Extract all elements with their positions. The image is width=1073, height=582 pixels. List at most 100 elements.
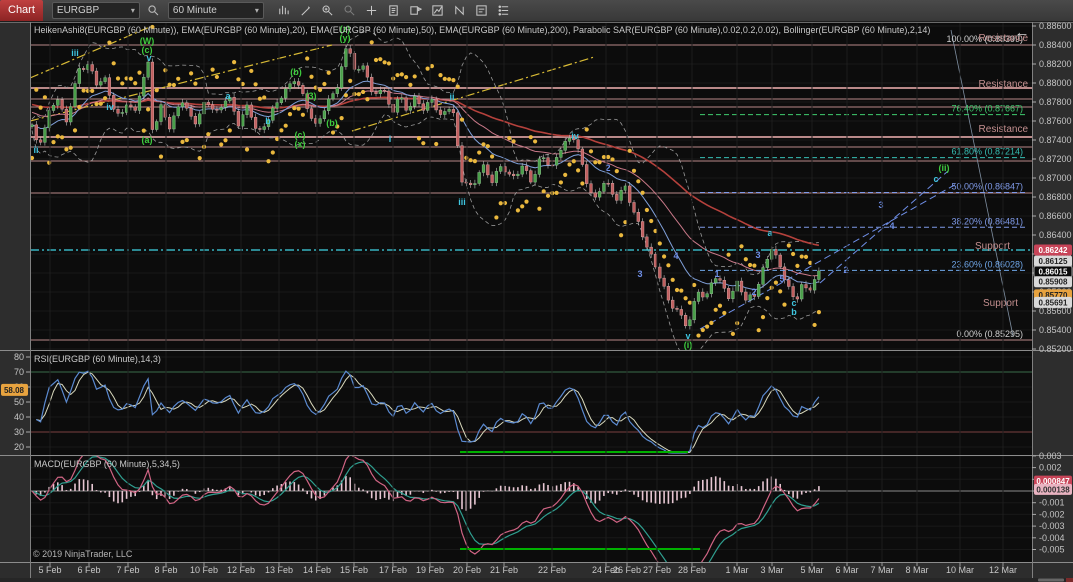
svg-text:20 Feb: 20 Feb xyxy=(453,565,481,575)
svg-text:5 Mar: 5 Mar xyxy=(800,565,823,575)
svg-text:i: i xyxy=(389,134,392,144)
toolbar: Chart EURGBP ▾ 60 Minute ▾ xyxy=(0,0,1073,22)
svg-text:70: 70 xyxy=(14,367,24,377)
svg-text:7 Mar: 7 Mar xyxy=(870,565,893,575)
svg-text:12 Feb: 12 Feb xyxy=(227,565,255,575)
symbol-select[interactable]: EURGBP ▾ xyxy=(52,2,140,19)
chart-style-icon[interactable] xyxy=(275,2,293,20)
price-badge: 0.86242 xyxy=(1034,245,1072,256)
svg-text:0.87200: 0.87200 xyxy=(1039,154,1072,164)
svg-text:c: c xyxy=(933,174,938,184)
svg-text:0.000138: 0.000138 xyxy=(1036,485,1070,494)
svg-text:-0.005: -0.005 xyxy=(1039,545,1065,555)
svg-text:40: 40 xyxy=(14,412,24,422)
svg-text:iv: iv xyxy=(571,131,579,141)
svg-text:iii: iii xyxy=(71,48,79,58)
svg-text:76.40% (0.87667): 76.40% (0.87667) xyxy=(951,104,1023,114)
new-panel-icon[interactable] xyxy=(385,2,403,20)
svg-text:3: 3 xyxy=(878,200,883,210)
svg-text:(ii): (ii) xyxy=(939,163,950,173)
svg-text:50: 50 xyxy=(14,397,24,407)
interval-select[interactable]: 60 Minute ▾ xyxy=(168,2,264,19)
horizontal-scrollbar-thumb[interactable] xyxy=(1038,579,1064,582)
svg-text:3: 3 xyxy=(755,250,760,260)
svg-text:0.86800: 0.86800 xyxy=(1039,192,1072,202)
chevron-down-icon: ▾ xyxy=(131,6,135,15)
svg-text:0.85908: 0.85908 xyxy=(1039,278,1068,287)
svg-text:20: 20 xyxy=(14,442,24,452)
svg-text:80: 80 xyxy=(14,352,24,362)
svg-text:27 Feb: 27 Feb xyxy=(643,565,671,575)
svg-text:6 Mar: 6 Mar xyxy=(835,565,858,575)
svg-text:(b): (b) xyxy=(290,67,302,77)
svg-text:0.86242: 0.86242 xyxy=(1039,246,1068,255)
ninjatrader-chart-window: { "toolbar": { "tab_label": "Chart", "sy… xyxy=(0,0,1073,582)
zoom-out-icon[interactable] xyxy=(341,2,359,20)
svg-text:0.002: 0.002 xyxy=(1039,463,1062,473)
svg-text:1: 1 xyxy=(714,269,719,279)
svg-text:38.20% (0.86481): 38.20% (0.86481) xyxy=(951,216,1023,226)
svg-text:(x): (x) xyxy=(295,139,306,149)
svg-text:58.08: 58.08 xyxy=(4,386,25,395)
svg-text:-0.001: -0.001 xyxy=(1039,498,1065,508)
price-badge: 0.85691 xyxy=(1034,297,1072,308)
svg-text:3: 3 xyxy=(637,269,642,279)
data-box-icon[interactable] xyxy=(407,2,425,20)
svg-text:28 Feb: 28 Feb xyxy=(678,565,706,575)
price-badge: 0.85908 xyxy=(1034,276,1072,287)
svg-text:7 Feb: 7 Feb xyxy=(116,565,139,575)
svg-text:0.87400: 0.87400 xyxy=(1039,135,1072,145)
svg-text:0.86600: 0.86600 xyxy=(1039,211,1072,221)
svg-text:0.88400: 0.88400 xyxy=(1039,40,1072,50)
properties-icon[interactable] xyxy=(473,2,491,20)
svg-text:0.86400: 0.86400 xyxy=(1039,230,1072,240)
svg-text:(a): (a) xyxy=(142,135,153,145)
indicators-icon[interactable] xyxy=(429,2,447,20)
svg-text:-0.004: -0.004 xyxy=(1039,533,1065,543)
drawing-tools-icon[interactable] xyxy=(451,2,469,20)
svg-text:(b): (b) xyxy=(326,118,338,128)
svg-text:23.60% (0.86028): 23.60% (0.86028) xyxy=(951,259,1023,269)
svg-text:0.003: 0.003 xyxy=(1039,451,1062,461)
svg-text:15 Feb: 15 Feb xyxy=(340,565,368,575)
svg-text:0.85691: 0.85691 xyxy=(1039,298,1068,307)
chart-tab[interactable]: Chart xyxy=(0,0,43,21)
price-badge: 0.86125 xyxy=(1034,256,1072,267)
interval-value: 60 Minute xyxy=(173,5,217,16)
zoom-in-icon[interactable] xyxy=(319,2,337,20)
svg-text:2: 2 xyxy=(843,265,848,275)
svg-text:ii: ii xyxy=(449,92,454,102)
rsi-badge: 58.08 xyxy=(1,384,28,396)
scroll-to-latest-icon[interactable]: ← xyxy=(1015,24,1030,41)
svg-text:0.85200: 0.85200 xyxy=(1039,344,1072,354)
macd-badge: 0.000138 xyxy=(1034,484,1072,495)
svg-text:0.88000: 0.88000 xyxy=(1039,78,1072,88)
svg-text:1 Mar: 1 Mar xyxy=(725,565,748,575)
crosshair-icon[interactable] xyxy=(363,2,381,20)
svg-text:Support: Support xyxy=(975,241,1010,252)
svg-text:5 Feb: 5 Feb xyxy=(38,565,61,575)
svg-text:3 Mar: 3 Mar xyxy=(760,565,783,575)
svg-text:Support: Support xyxy=(983,298,1018,309)
svg-text:8 Mar: 8 Mar xyxy=(905,565,928,575)
draw-icon[interactable] xyxy=(297,2,315,20)
svg-text:0.00% (0.85295): 0.00% (0.85295) xyxy=(956,329,1023,339)
svg-text:10 Mar: 10 Mar xyxy=(946,565,974,575)
svg-text:v: v xyxy=(146,53,151,63)
chart-canvas[interactable]: 100.00% (0.88399)76.40% (0.87667)61.80% … xyxy=(0,0,1073,582)
svg-text:0.88600: 0.88600 xyxy=(1039,21,1072,31)
instrument-search-icon[interactable] xyxy=(145,2,163,20)
svg-text:30: 30 xyxy=(14,427,24,437)
svg-text:iv: iv xyxy=(106,102,114,112)
symbol-value: EURGBP xyxy=(57,5,99,16)
svg-text:-0.003: -0.003 xyxy=(1039,521,1065,531)
svg-text:0.85400: 0.85400 xyxy=(1039,325,1072,335)
svg-text:b: b xyxy=(791,307,797,317)
svg-text:b: b xyxy=(265,116,271,126)
chevron-down-icon: ▾ xyxy=(255,6,259,15)
svg-text:22 Feb: 22 Feb xyxy=(538,565,566,575)
svg-text:4: 4 xyxy=(673,251,678,261)
svg-text:8 Feb: 8 Feb xyxy=(154,565,177,575)
svg-text:(y): (y) xyxy=(340,33,351,43)
list-icon[interactable] xyxy=(495,2,513,20)
